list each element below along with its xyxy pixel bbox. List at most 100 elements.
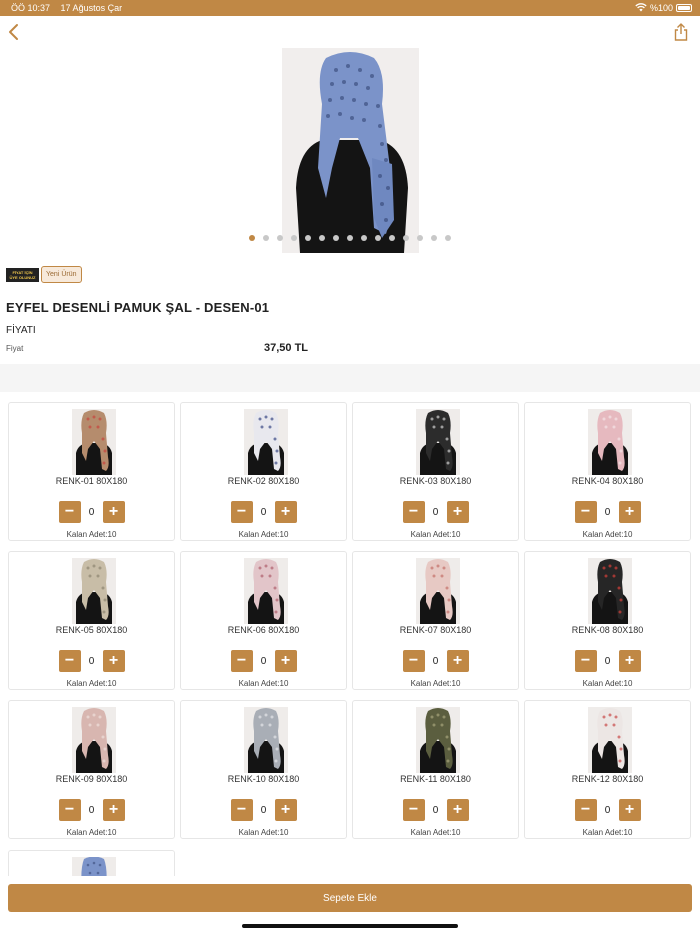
variant-thumbnail[interactable]	[416, 409, 460, 475]
chevron-left-icon	[9, 24, 18, 40]
add-to-cart-button[interactable]: Sepete Ekle	[8, 884, 692, 912]
quantity-stepper: −0 +	[181, 501, 346, 523]
carousel-dot[interactable]	[277, 235, 283, 241]
quantity-value[interactable]: 0	[425, 805, 447, 816]
variant-thumbnail[interactable]	[244, 707, 288, 773]
variant-name: RENK-10 80X180	[227, 774, 300, 784]
variant-thumbnail[interactable]	[72, 707, 116, 773]
plus-icon: +	[280, 503, 291, 520]
increase-quantity-button[interactable]: +	[446, 501, 469, 523]
variant-thumbnail[interactable]	[72, 409, 116, 475]
carousel-dot[interactable]	[305, 235, 311, 241]
quantity-value[interactable]: 0	[597, 805, 619, 816]
carousel-dot[interactable]	[375, 235, 381, 241]
plus-icon: +	[108, 801, 119, 818]
carousel-dot[interactable]	[319, 235, 325, 241]
decrease-quantity-button[interactable]: −	[230, 501, 253, 523]
carousel-dot[interactable]	[347, 235, 353, 241]
variant-card[interactable]: RENK-02 80X180 −0 + Kalan Adet:10	[180, 402, 347, 541]
variant-thumbnail[interactable]	[588, 409, 632, 475]
decrease-quantity-button[interactable]: −	[58, 650, 81, 672]
decrease-quantity-button[interactable]: −	[574, 650, 597, 672]
quantity-stepper: −0 +	[9, 799, 174, 821]
decrease-quantity-button[interactable]: −	[230, 650, 253, 672]
back-button[interactable]	[6, 22, 24, 42]
increase-quantity-button[interactable]: +	[274, 650, 297, 672]
carousel-dot[interactable]	[431, 235, 437, 241]
increase-quantity-button[interactable]: +	[274, 799, 297, 821]
variant-name: RENK-05 80X180	[55, 625, 128, 635]
minus-icon: −	[64, 652, 75, 669]
increase-quantity-button[interactable]: +	[274, 501, 297, 523]
variant-thumbnail[interactable]	[416, 707, 460, 773]
increase-quantity-button[interactable]: +	[102, 650, 125, 672]
variant-thumbnail[interactable]	[244, 409, 288, 475]
variant-card[interactable]: RENK-12 80X180 −0 + Kalan Adet:10	[524, 700, 691, 839]
carousel-dot[interactable]	[389, 235, 395, 241]
variant-card[interactable]: RENK-10 80X180 −0 + Kalan Adet:10	[180, 700, 347, 839]
carousel-dots[interactable]	[0, 235, 700, 241]
carousel-dot[interactable]	[361, 235, 367, 241]
variant-thumbnail[interactable]	[244, 558, 288, 624]
quantity-stepper: −0 +	[525, 650, 690, 672]
decrease-quantity-button[interactable]: −	[574, 501, 597, 523]
variant-card[interactable]: RENK-11 80X180 −0 + Kalan Adet:10	[352, 700, 519, 839]
increase-quantity-button[interactable]: +	[446, 650, 469, 672]
share-button[interactable]	[672, 22, 690, 42]
quantity-value[interactable]: 0	[81, 507, 103, 518]
plus-icon: +	[452, 801, 463, 818]
variant-card[interactable]: RENK-06 80X180 −0 + Kalan Adet:10	[180, 551, 347, 690]
plus-icon: +	[624, 652, 635, 669]
quantity-stepper: −0 +	[353, 799, 518, 821]
carousel-dot[interactable]	[291, 235, 297, 241]
variant-card[interactable]: RENK-09 80X180 −0 + Kalan Adet:10	[8, 700, 175, 839]
quantity-value[interactable]: 0	[253, 656, 275, 667]
quantity-value[interactable]: 0	[425, 507, 447, 518]
plus-icon: +	[624, 801, 635, 818]
quantity-value[interactable]: 0	[597, 656, 619, 667]
plus-icon: +	[452, 503, 463, 520]
variant-thumbnail[interactable]	[588, 707, 632, 773]
product-image[interactable]	[282, 48, 419, 253]
variant-card[interactable]: RENK-03 80X180 −0 + Kalan Adet:10	[352, 402, 519, 541]
variant-card[interactable]: RENK-04 80X180 −0 + Kalan Adet:10	[524, 402, 691, 541]
carousel-dot[interactable]	[445, 235, 451, 241]
quantity-value[interactable]: 0	[597, 507, 619, 518]
variant-card[interactable]: RENK-08 80X180 −0 + Kalan Adet:10	[524, 551, 691, 690]
quantity-value[interactable]: 0	[81, 805, 103, 816]
status-time: ÖÖ 10:37	[11, 3, 51, 13]
increase-quantity-button[interactable]: +	[446, 799, 469, 821]
carousel-dot[interactable]	[417, 235, 423, 241]
increase-quantity-button[interactable]: +	[618, 799, 641, 821]
variant-card[interactable]: RENK-05 80X180 −0 + Kalan Adet:10	[8, 551, 175, 690]
quantity-value[interactable]: 0	[253, 805, 275, 816]
increase-quantity-button[interactable]: +	[618, 650, 641, 672]
variant-thumbnail[interactable]	[416, 558, 460, 624]
remaining-stock: Kalan Adet:10	[238, 530, 289, 539]
variant-card[interactable]: RENK-07 80X180 −0 + Kalan Adet:10	[352, 551, 519, 690]
variant-thumbnail[interactable]	[588, 558, 632, 624]
decrease-quantity-button[interactable]: −	[402, 501, 425, 523]
decrease-quantity-button[interactable]: −	[402, 650, 425, 672]
variant-name: RENK-11 80X180	[400, 774, 471, 784]
price-heading: FİYATI	[6, 325, 36, 336]
decrease-quantity-button[interactable]: −	[58, 799, 81, 821]
quantity-value[interactable]: 0	[253, 507, 275, 518]
increase-quantity-button[interactable]: +	[618, 501, 641, 523]
variant-thumbnail[interactable]	[72, 558, 116, 624]
carousel-dot[interactable]	[403, 235, 409, 241]
home-indicator	[242, 924, 458, 928]
decrease-quantity-button[interactable]: −	[402, 799, 425, 821]
decrease-quantity-button[interactable]: −	[230, 799, 253, 821]
carousel-dot[interactable]	[333, 235, 339, 241]
variant-card[interactable]: RENK-01 80X180 −0 + Kalan Adet:10	[8, 402, 175, 541]
increase-quantity-button[interactable]: +	[102, 799, 125, 821]
decrease-quantity-button[interactable]: −	[574, 799, 597, 821]
status-bar: ÖÖ 10:37 17 Ağustos Çar %100	[0, 0, 700, 16]
carousel-dot[interactable]	[263, 235, 269, 241]
quantity-value[interactable]: 0	[81, 656, 103, 667]
increase-quantity-button[interactable]: +	[102, 501, 125, 523]
decrease-quantity-button[interactable]: −	[58, 501, 81, 523]
carousel-dot[interactable]	[249, 235, 255, 241]
quantity-value[interactable]: 0	[425, 656, 447, 667]
